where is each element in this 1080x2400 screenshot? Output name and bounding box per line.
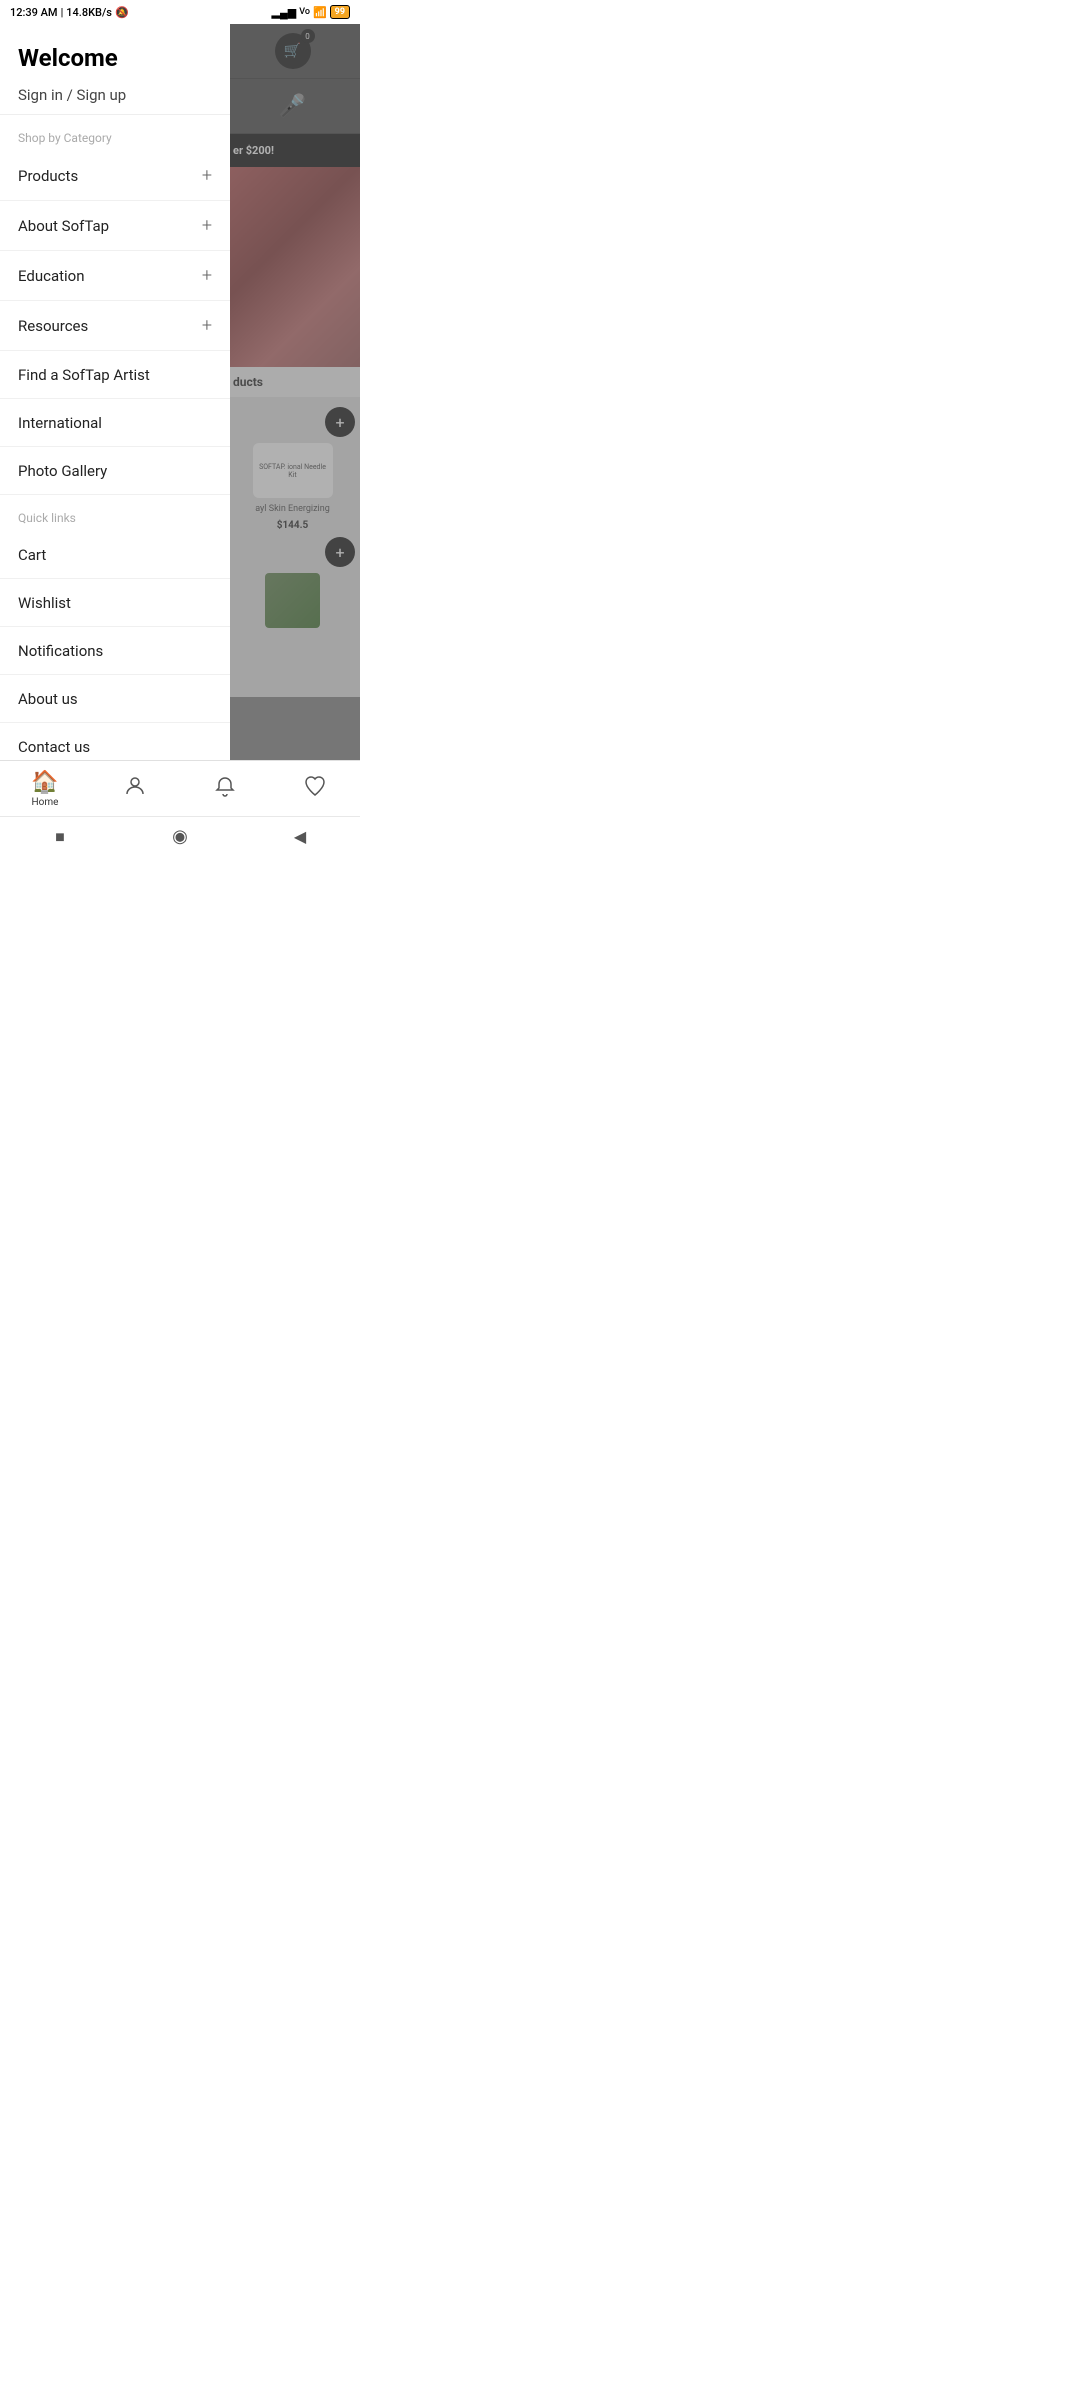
- data-speed: |: [61, 6, 64, 19]
- quick-links-label: Quick links: [0, 495, 230, 531]
- bg-product-card: SOFTAP. ional Needle Kit: [253, 443, 333, 498]
- menu-item-education[interactable]: Education +: [0, 251, 230, 301]
- bg-promo: er $200!: [225, 134, 360, 167]
- time-display: 12:39 AM: [10, 6, 58, 19]
- nav-notifications[interactable]: [180, 774, 270, 804]
- cart-badge: 0: [301, 29, 315, 43]
- android-nav-bar: ■ ◉ ◀: [0, 816, 360, 856]
- menu-item-cart[interactable]: Cart: [0, 531, 230, 579]
- status-bar: 12:39 AM | 14.8KB/s 🔕 ▂▄▆ Vo 📶 99: [0, 0, 360, 24]
- contact-us-label: Contact us: [18, 738, 90, 756]
- home-circle-icon: ◉: [172, 826, 188, 847]
- android-recent-button[interactable]: ■: [46, 823, 74, 851]
- heart-icon: [303, 774, 327, 804]
- status-left: 12:39 AM | 14.8KB/s 🔕: [10, 6, 129, 19]
- products-expand-icon: +: [202, 165, 212, 186]
- resources-expand-icon: +: [202, 315, 212, 336]
- android-home-button[interactable]: ◉: [166, 823, 194, 851]
- bg-product-image: [225, 167, 360, 367]
- menu-item-about-softap[interactable]: About SofTap +: [0, 201, 230, 251]
- bg-product-thumbnail: [265, 573, 320, 628]
- menu-welcome-title: Welcome: [18, 44, 212, 72]
- products-label: Products: [18, 167, 78, 185]
- volte-icon: Vo: [299, 7, 310, 17]
- about-us-label: About us: [18, 690, 78, 708]
- menu-item-international[interactable]: International: [0, 399, 230, 447]
- menu-item-wishlist[interactable]: Wishlist: [0, 579, 230, 627]
- bg-mic-bar: 🎤: [225, 79, 360, 134]
- menu-item-products[interactable]: Products +: [0, 151, 230, 201]
- bg-product-name: ayl Skin Energizing: [255, 504, 330, 514]
- wifi-icon: 📶: [313, 6, 327, 19]
- nav-profile[interactable]: [90, 774, 180, 804]
- bg-add-button-2: +: [325, 537, 355, 567]
- nav-home[interactable]: 🏠 Home: [0, 770, 90, 808]
- find-artist-label: Find a SofTap Artist: [18, 366, 150, 384]
- battery-level: 99: [330, 5, 350, 19]
- home-icon: 🏠: [31, 770, 58, 795]
- menu-item-notifications[interactable]: Notifications: [0, 627, 230, 675]
- education-label: Education: [18, 267, 85, 285]
- menu-item-find-artist[interactable]: Find a SofTap Artist: [0, 351, 230, 399]
- menu-signin-link[interactable]: Sign in / Sign up: [18, 86, 212, 104]
- wishlist-label: Wishlist: [18, 594, 71, 612]
- photo-gallery-label: Photo Gallery: [18, 462, 107, 480]
- profile-icon: [123, 774, 147, 804]
- cart-icon-symbol: 🛒: [284, 43, 301, 59]
- promo-text: er $200!: [233, 144, 274, 157]
- bottom-nav: 🏠 Home: [0, 760, 360, 816]
- cart-label: Cart: [18, 546, 46, 564]
- shop-by-category-label: Shop by Category: [0, 115, 230, 151]
- menu-header: Welcome Sign in / Sign up: [0, 24, 230, 115]
- home-label: Home: [32, 797, 59, 808]
- status-right: ▂▄▆ Vo 📶 99: [272, 5, 350, 19]
- education-expand-icon: +: [202, 265, 212, 286]
- bg-add-button: +: [325, 407, 355, 437]
- resources-label: Resources: [18, 317, 88, 335]
- about-softap-label: About SofTap: [18, 217, 109, 235]
- about-expand-icon: +: [202, 215, 212, 236]
- bg-top-bar: 🛒 0: [225, 24, 360, 79]
- notifications-label: Notifications: [18, 642, 103, 660]
- menu-item-about-us[interactable]: About us: [0, 675, 230, 723]
- bg-products-label: ducts: [225, 367, 360, 397]
- recent-icon: ■: [55, 827, 65, 847]
- back-icon: ◀: [294, 827, 306, 846]
- side-menu: Welcome Sign in / Sign up Shop by Catego…: [0, 24, 230, 760]
- international-label: International: [18, 414, 102, 432]
- bg-product-price: $144.5: [277, 520, 309, 531]
- signal-icon: ▂▄▆: [272, 6, 297, 19]
- network-speed: 14.8KB/s: [66, 6, 112, 19]
- mic-icon: 🎤: [279, 94, 306, 119]
- bg-cart-icon: 🛒 0: [275, 33, 311, 69]
- menu-item-resources[interactable]: Resources +: [0, 301, 230, 351]
- nav-wishlist[interactable]: [270, 774, 360, 804]
- background-content: 🛒 0 🎤 er $200! ducts + SOFTAP. ional Nee…: [225, 24, 360, 760]
- bell-icon: [213, 774, 237, 804]
- screen: 🛒 0 🎤 er $200! ducts + SOFTAP. ional Nee…: [0, 24, 360, 760]
- menu-item-photo-gallery[interactable]: Photo Gallery: [0, 447, 230, 495]
- android-back-button[interactable]: ◀: [286, 823, 314, 851]
- bg-product-area: + SOFTAP. ional Needle Kit ayl Skin Ener…: [225, 397, 360, 697]
- mute-icon: 🔕: [115, 6, 129, 19]
- menu-item-contact-us[interactable]: Contact us: [0, 723, 230, 760]
